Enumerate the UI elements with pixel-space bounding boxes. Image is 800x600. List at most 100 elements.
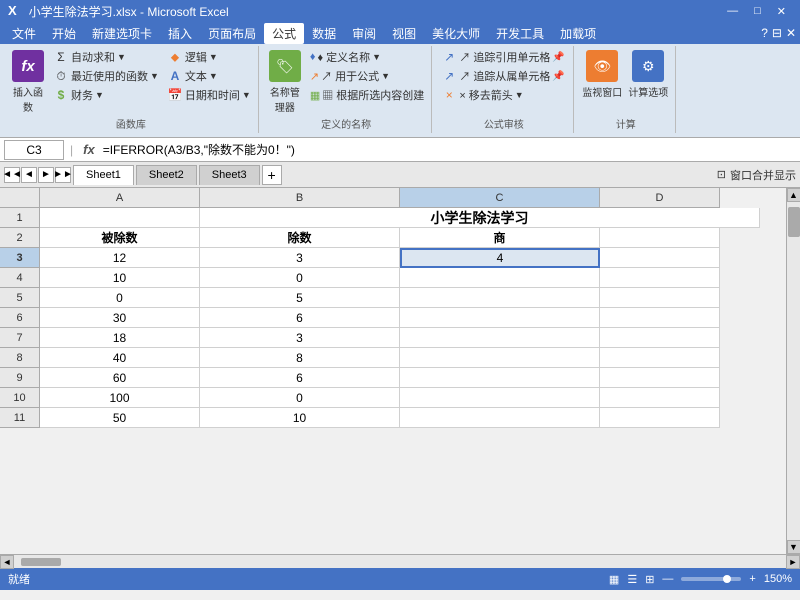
- logic-dropdown-icon[interactable]: ▼: [209, 52, 218, 62]
- autosum-dropdown-icon[interactable]: ▼: [117, 52, 126, 62]
- cell-C11[interactable]: [400, 408, 600, 428]
- h-scroll-track[interactable]: [16, 558, 784, 566]
- zoom-slider[interactable]: [681, 577, 741, 581]
- menu-formula[interactable]: 公式: [264, 23, 304, 44]
- cell-D11[interactable]: [600, 408, 720, 428]
- use-dropdown-icon[interactable]: ▼: [381, 71, 390, 81]
- cell-C8[interactable]: [400, 348, 600, 368]
- financial-button[interactable]: $ 财务 ▼: [50, 86, 162, 104]
- formula-input[interactable]: [103, 140, 796, 160]
- logic-button[interactable]: ⬥ 逻辑 ▼: [164, 48, 254, 66]
- cell-A10[interactable]: 100: [40, 388, 200, 408]
- menu-devtools[interactable]: 开发工具: [488, 23, 552, 44]
- menu-pagelayout[interactable]: 页面布局: [200, 23, 264, 44]
- tab-nav-last[interactable]: ►►: [55, 167, 71, 183]
- cell-B1-merged[interactable]: 小学生除法学习: [200, 208, 760, 228]
- cell-A4[interactable]: 10: [40, 268, 200, 288]
- row-header-6[interactable]: 6: [0, 308, 40, 328]
- menu-newtab[interactable]: 新建选项卡: [84, 23, 160, 44]
- zoom-in-button[interactable]: +: [749, 573, 755, 585]
- col-header-B[interactable]: B: [200, 188, 400, 208]
- cell-A5[interactable]: 0: [40, 288, 200, 308]
- question-icon[interactable]: ⊟: [768, 26, 786, 40]
- scroll-right-button[interactable]: ►: [786, 555, 800, 569]
- recent-dropdown-icon[interactable]: ▼: [150, 71, 159, 81]
- cell-C3-selected[interactable]: 4: [400, 248, 600, 268]
- view-normal-icon[interactable]: ▦: [609, 573, 619, 586]
- cell-A7[interactable]: 18: [40, 328, 200, 348]
- cell-A2[interactable]: 被除数: [40, 228, 200, 248]
- define-dropdown-icon[interactable]: ▼: [372, 52, 381, 62]
- row-header-4[interactable]: 4: [0, 268, 40, 288]
- cell-B7[interactable]: 3: [200, 328, 400, 348]
- h-scroll-thumb[interactable]: [21, 558, 61, 566]
- menu-review[interactable]: 审阅: [344, 23, 384, 44]
- cell-D4[interactable]: [600, 268, 720, 288]
- financial-dropdown-icon[interactable]: ▼: [95, 90, 104, 100]
- cell-A6[interactable]: 30: [40, 308, 200, 328]
- cell-B10[interactable]: 0: [200, 388, 400, 408]
- text-button[interactable]: A 文本 ▼: [164, 67, 254, 85]
- create-from-selection-button[interactable]: ▦ ▦ 根据所选内容创建: [307, 86, 427, 104]
- cell-A8[interactable]: 40: [40, 348, 200, 368]
- cell-A3[interactable]: 12: [40, 248, 200, 268]
- view-page-icon[interactable]: ⊞: [645, 573, 654, 586]
- row-header-7[interactable]: 7: [0, 328, 40, 348]
- cell-C7[interactable]: [400, 328, 600, 348]
- cell-B11[interactable]: 10: [200, 408, 400, 428]
- zoom-out-button[interactable]: —: [662, 573, 673, 585]
- watch-window-button[interactable]: 👁 监视窗口: [580, 48, 624, 101]
- tab-nav-prev[interactable]: ◄: [21, 167, 37, 183]
- cell-A9[interactable]: 60: [40, 368, 200, 388]
- cell-A1[interactable]: [40, 208, 200, 228]
- cell-D8[interactable]: [600, 348, 720, 368]
- close-button[interactable]: ✕: [771, 5, 792, 18]
- col-header-C[interactable]: C: [400, 188, 600, 208]
- row-header-1[interactable]: 1: [0, 208, 40, 228]
- zoom-level[interactable]: 150%: [764, 573, 792, 585]
- sheet-tab-3[interactable]: Sheet3: [199, 165, 260, 185]
- col-header-A[interactable]: A: [40, 188, 200, 208]
- add-sheet-button[interactable]: +: [262, 165, 282, 185]
- remove-arrows-button[interactable]: × × 移去箭头 ▼: [438, 86, 568, 104]
- menu-start[interactable]: 开始: [44, 23, 84, 44]
- scroll-left-button[interactable]: ◄: [0, 555, 14, 569]
- window-close-icon[interactable]: ✕: [786, 26, 796, 40]
- cell-B3[interactable]: 3: [200, 248, 400, 268]
- menu-data[interactable]: 数据: [304, 23, 344, 44]
- minimize-button[interactable]: —: [721, 5, 744, 18]
- insert-function-button[interactable]: fx 插入函数: [8, 48, 48, 116]
- cell-D5[interactable]: [600, 288, 720, 308]
- view-layout-icon[interactable]: ☰: [627, 573, 637, 586]
- define-name-button[interactable]: ♦ ♦ 定义名称 ▼: [307, 48, 427, 66]
- cell-C4[interactable]: [400, 268, 600, 288]
- name-box[interactable]: [4, 140, 64, 160]
- cell-D2[interactable]: [600, 228, 720, 248]
- maximize-button[interactable]: □: [748, 5, 767, 18]
- cell-B6[interactable]: 6: [200, 308, 400, 328]
- datetime-button[interactable]: 📅 日期和时间 ▼: [164, 86, 254, 104]
- insert-function-small-button[interactable]: fx: [79, 142, 99, 157]
- row-header-5[interactable]: 5: [0, 288, 40, 308]
- cell-B5[interactable]: 5: [200, 288, 400, 308]
- trace-precedents-button[interactable]: ↗ ↗ 追踪引用单元格 📌: [438, 48, 568, 66]
- menu-addins[interactable]: 加载项: [552, 23, 604, 44]
- help-icon[interactable]: ?: [761, 26, 768, 40]
- tab-nav-first[interactable]: ◄◄: [4, 167, 20, 183]
- menu-beautify[interactable]: 美化大师: [424, 23, 488, 44]
- name-manager-button[interactable]: 🏷 名称管理器: [265, 48, 305, 116]
- row-header-8[interactable]: 8: [0, 348, 40, 368]
- trace-dependents-button[interactable]: ↗ ↗ 追踪从属单元格 📌: [438, 67, 568, 85]
- row-header-9[interactable]: 9: [0, 368, 40, 388]
- sheet-tab-1[interactable]: Sheet1: [73, 165, 134, 185]
- zoom-thumb[interactable]: [723, 575, 731, 583]
- menu-insert[interactable]: 插入: [160, 23, 200, 44]
- recent-functions-button[interactable]: ⏱ 最近使用的函数 ▼: [50, 67, 162, 85]
- cell-D7[interactable]: [600, 328, 720, 348]
- calc-options-button[interactable]: ⚙ 计算选项: [626, 48, 670, 101]
- cell-C6[interactable]: [400, 308, 600, 328]
- cell-B8[interactable]: 8: [200, 348, 400, 368]
- vertical-scrollbar[interactable]: ▲ ▼: [786, 188, 800, 554]
- cell-D6[interactable]: [600, 308, 720, 328]
- cell-D9[interactable]: [600, 368, 720, 388]
